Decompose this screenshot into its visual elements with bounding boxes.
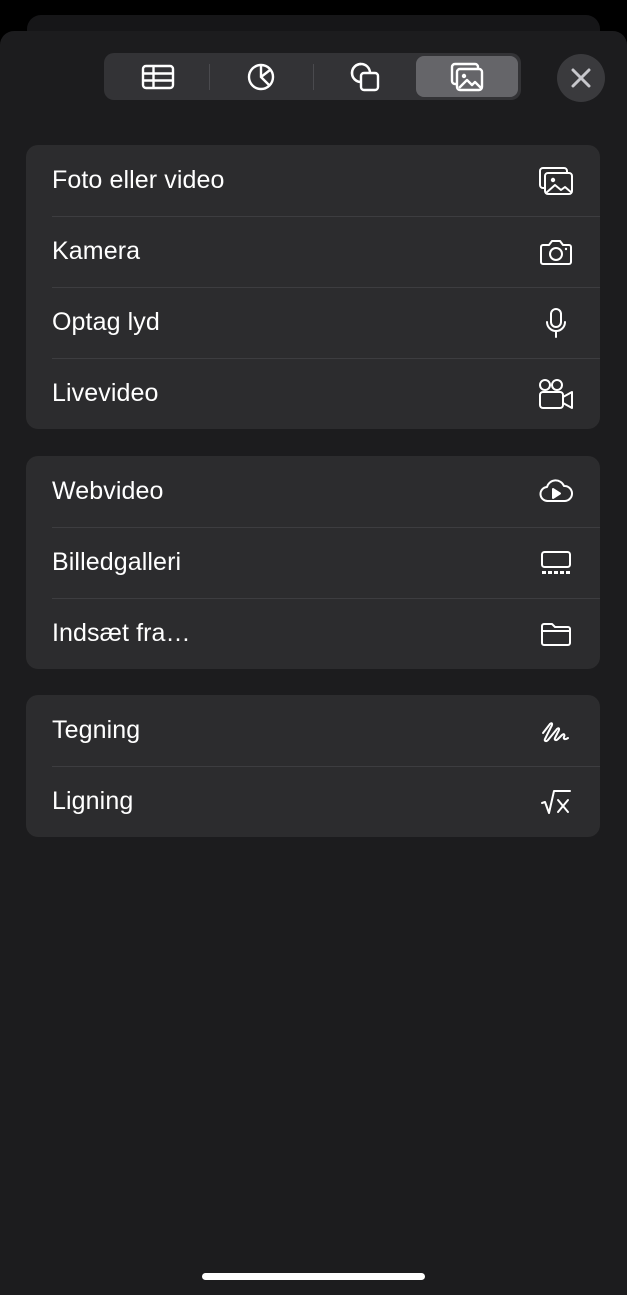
insert-type-segmented-control bbox=[104, 53, 521, 100]
menu-item-live-video[interactable]: Livevideo bbox=[26, 358, 600, 429]
home-indicator[interactable] bbox=[202, 1273, 425, 1280]
menu-item-web-video[interactable]: Webvideo bbox=[26, 456, 600, 527]
microphone-icon bbox=[538, 305, 574, 341]
tab-media[interactable] bbox=[415, 56, 518, 97]
menu-item-label: Webvideo bbox=[52, 477, 164, 505]
chart-icon bbox=[248, 63, 275, 90]
menu-item-insert-from[interactable]: Indsæt fra… bbox=[26, 598, 600, 669]
menu-item-image-gallery[interactable]: Billedgalleri bbox=[26, 527, 600, 598]
image-gallery-icon bbox=[538, 545, 574, 581]
close-icon bbox=[571, 68, 591, 88]
menu-item-photo-or-video[interactable]: Foto eller video bbox=[26, 145, 600, 216]
media-icon bbox=[450, 62, 484, 91]
tab-table[interactable] bbox=[107, 56, 209, 97]
menu-item-label: Livevideo bbox=[52, 379, 159, 407]
table-icon bbox=[141, 64, 175, 89]
menu-item-record-audio[interactable]: Optag lyd bbox=[26, 287, 600, 358]
menu-item-equation[interactable]: Ligning bbox=[26, 766, 600, 837]
photo-library-icon bbox=[538, 163, 574, 199]
folder-icon bbox=[538, 616, 574, 652]
menu-item-drawing[interactable]: Tegning bbox=[26, 695, 600, 766]
square-root-icon bbox=[538, 784, 574, 820]
menu-item-label: Kamera bbox=[52, 237, 141, 265]
web-content-group: Webvideo Billedgalleri Indsæt fra… bbox=[26, 456, 600, 669]
shapes-icon bbox=[350, 62, 379, 91]
cloud-play-icon bbox=[538, 474, 574, 510]
menu-item-label: Ligning bbox=[52, 787, 134, 815]
media-source-group: Foto eller video Kamera Optag lyd Livevi… bbox=[26, 145, 600, 429]
menu-item-label: Foto eller video bbox=[52, 166, 225, 194]
video-camera-icon bbox=[538, 376, 574, 412]
menu-item-label: Indsæt fra… bbox=[52, 619, 191, 647]
menu-item-camera[interactable]: Kamera bbox=[26, 216, 600, 287]
menu-item-label: Optag lyd bbox=[52, 308, 160, 336]
menu-item-label: Billedgalleri bbox=[52, 548, 182, 576]
camera-icon bbox=[538, 234, 574, 270]
scribble-icon bbox=[538, 713, 574, 749]
drawing-group: Tegning Ligning bbox=[26, 695, 600, 837]
tab-chart[interactable] bbox=[210, 56, 312, 97]
menu-item-label: Tegning bbox=[52, 716, 141, 744]
close-button[interactable] bbox=[557, 54, 605, 102]
tab-shapes[interactable] bbox=[314, 56, 416, 97]
